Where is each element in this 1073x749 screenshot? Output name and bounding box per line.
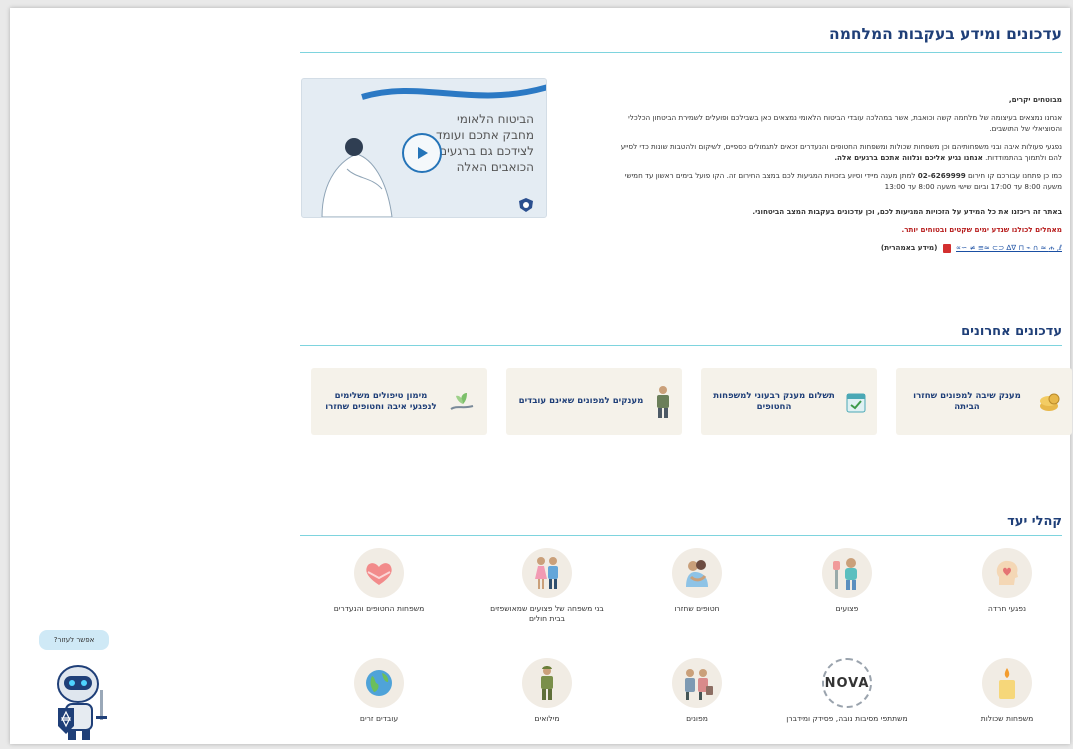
intro-paragraph-2-bold: אנחנו נגיע אליכם ונלווה אתכם ברגעים אלה. <box>834 153 983 162</box>
audience-anxiety-victims[interactable]: נפגעי חרדה <box>942 548 1072 614</box>
intro-paragraph-1: אנחנו נמצאים בעיצומה של מלחמה קשה וכואבת… <box>628 113 1062 133</box>
hug-icon <box>686 560 708 587</box>
pdf-icon <box>942 243 951 253</box>
national-insurance-logo-icon <box>519 198 533 212</box>
intro-paragraph-2: נפגעי פעולות איבה ובני משפחותיהם וכן משפ… <box>617 141 1062 163</box>
audience-evacuees[interactable]: מפונים <box>632 658 762 724</box>
audience-label: מילואים <box>534 714 560 723</box>
intro-text: מבוטחים יקרים, אנחנו נמצאים בעיצומה של מ… <box>617 94 1062 260</box>
audience-label: משפחות החטופים והנעדרים <box>333 604 425 613</box>
assistant-robot-icon[interactable] <box>52 660 112 742</box>
target-audiences-title: קהלי יעד <box>1007 514 1062 529</box>
recent-updates-title: עדכונים אחרונים <box>961 324 1062 339</box>
audience-label: עובדים זרים <box>359 714 399 723</box>
calendar-check-icon <box>846 393 866 412</box>
page-title: עדכונים ומידע בעקבות המלחמה <box>829 25 1062 43</box>
injured-icon <box>833 558 857 590</box>
audience-bereaved-families[interactable]: משפחות שכולות <box>942 658 1072 724</box>
recent-card-quarterly-payment[interactable]: תשלום מענק רבעוני למשפחות החטופים <box>701 368 877 435</box>
play-icon <box>418 147 428 159</box>
play-button[interactable] <box>402 133 442 173</box>
audience-label: משתתפי מסיבות נובה, פסידק ומידברן <box>786 714 908 723</box>
audience-hostage-families[interactable]: משפחות החטופים והנעדרים <box>314 548 444 614</box>
audience-icon-wrap <box>354 548 404 598</box>
audience-label: חטופים שחזרו <box>674 604 720 613</box>
audience-icon-wrap: NOVA <box>822 658 872 708</box>
audience-icon-wrap <box>522 548 572 598</box>
audience-reservists[interactable]: מילואים <box>482 658 612 724</box>
audience-icon-wrap <box>822 548 872 598</box>
hand-plant-icon <box>450 392 474 410</box>
audience-wounded-families[interactable]: בני משפחה של פצועים שמאושפזים בבית חולים <box>482 548 612 624</box>
audience-icon-wrap <box>354 658 404 708</box>
audience-icon-wrap <box>672 658 722 708</box>
recent-card-label: תשלום מענק רבעוני למשפחות החטופים <box>713 390 835 412</box>
audience-label: נפגעי חרדה <box>987 604 1027 613</box>
audience-nova-participants[interactable]: NOVA משתתפי מסיבות נובה, פסידק ומידברן <box>782 658 912 724</box>
audience-label: פצועים <box>835 604 859 613</box>
family-icon <box>535 557 558 589</box>
audience-icon-wrap <box>982 658 1032 708</box>
audience-returned-hostages[interactable]: חטופים שחזרו <box>632 548 762 614</box>
divider <box>300 345 1062 346</box>
main-content: עדכונים ומידע בעקבות המלחמה מבוטחים יקרי… <box>300 8 1072 744</box>
audience-label: בני משפחה של פצועים שמאושפזים בבית חולים <box>490 604 604 623</box>
video-player[interactable]: הביטוח הלאומי מחבק אתכם ועומד לצידכם גם … <box>301 78 547 218</box>
recent-card-unemployed-evacuees[interactable]: מענקים למפונים שאינם עובדים <box>506 368 682 435</box>
emergency-phone: 02-6269999 <box>917 171 966 180</box>
intro-wish-line: מאחלים לכולנו שנדע ימים שקטים ובטוחים יו… <box>901 225 1062 234</box>
audience-label: מפונים <box>686 714 708 723</box>
audience-foreign-workers[interactable]: עובדים זרים <box>314 658 444 724</box>
evacuees-icon <box>685 669 713 700</box>
amharic-link-row: ሐ ,ℓ ≈ ∩ ⌁ ⊓ ∇∆ ⊂⊃ ≈≡ ≠ ∼∝ (מידע באמהרית… <box>617 242 1062 253</box>
nova-icon: NOVA <box>824 675 870 691</box>
audience-icon-wrap <box>672 548 722 598</box>
coins-icon <box>1040 393 1060 411</box>
audience-icon-wrap <box>982 548 1032 598</box>
divider <box>300 535 1062 536</box>
intro-bold-line: באתר זה ריכזנו את כל המידע על הזכויות המ… <box>752 207 1062 216</box>
head-heart-icon <box>996 560 1018 585</box>
intro-paragraph-3: כמו כן פתחנו עבורכם קו חירום 02-6269999 … <box>617 170 1062 192</box>
audience-wounded[interactable]: פצועים <box>782 548 912 614</box>
assistant-bubble[interactable]: אפשר לעזור? <box>39 630 109 650</box>
heart-hands-icon <box>366 563 392 585</box>
recent-card-label: מימון טיפולים משלימים לנפגעי איבה וחטופי… <box>325 390 437 412</box>
intro-greeting: מבוטחים יקרים, <box>1008 95 1062 104</box>
video-caption: הביטוח הלאומי מחבק אתכם ועומד לצידכם גם … <box>435 112 534 174</box>
recent-card-return-grant[interactable]: מענק שיבה למפונים שחזרו הביתה <box>896 368 1072 435</box>
soldier-icon <box>541 666 553 700</box>
audience-icon-wrap <box>522 658 572 708</box>
amharic-link[interactable]: ሐ ,ℓ ≈ ∩ ⌁ ⊓ ∇∆ ⊂⊃ ≈≡ ≠ ∼∝ <box>956 243 1062 252</box>
recent-card-complementary-treatments[interactable]: מימון טיפולים משלימים לנפגעי איבה וחטופי… <box>311 368 487 435</box>
amharic-link-note: (מידע באמהרית) <box>880 243 938 252</box>
audience-label: משפחות שכולות <box>980 714 1034 723</box>
recent-card-label: מענק שיבה למפונים שחזרו הביתה <box>913 390 1021 412</box>
worker-icon <box>657 385 669 418</box>
intro-paragraph-3-text: כמו כן פתחנו עבורכם קו חירום <box>968 171 1062 180</box>
page: עדכונים ומידע בעקבות המלחמה מבוטחים יקרי… <box>10 8 1072 744</box>
candle-icon <box>999 668 1015 699</box>
recent-card-label: מענקים למפונים שאינם עובדים <box>518 396 644 406</box>
divider <box>300 52 1062 53</box>
globe-icon <box>366 670 392 696</box>
